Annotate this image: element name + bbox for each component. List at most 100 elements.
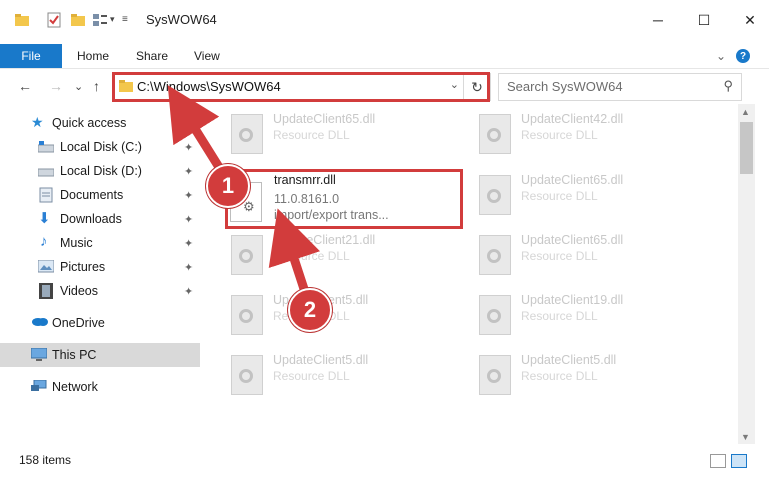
drive-icon bbox=[37, 165, 55, 179]
help-icon[interactable]: ? bbox=[736, 44, 750, 68]
file-item[interactable]: UpdateClient5.dll Resource DLL bbox=[225, 287, 465, 343]
dll-file-icon bbox=[479, 175, 511, 215]
sidebar-item-label: Network bbox=[52, 380, 98, 394]
file-name: UpdateClient65.dll bbox=[273, 112, 376, 126]
customize-toolbar-icon[interactable]: ≡ bbox=[122, 14, 138, 30]
step-2-badge: 2 bbox=[288, 288, 332, 332]
sidebar-item-label: Quick access bbox=[52, 116, 127, 130]
scroll-down-icon[interactable]: ▼ bbox=[741, 432, 750, 442]
recent-locations-button[interactable]: ⌄ bbox=[74, 80, 83, 93]
file-name: UpdateClient21.dll bbox=[273, 233, 376, 247]
file-type: Resource DLL bbox=[273, 249, 350, 263]
file-item[interactable]: UpdateClient65.dll Resource DLL bbox=[473, 227, 713, 283]
dll-file-icon bbox=[231, 355, 263, 395]
sidebar-item-local-disk-c[interactable]: Local Disk (C:) ✦ bbox=[0, 135, 200, 159]
close-button[interactable]: ✕ bbox=[728, 0, 769, 40]
network-icon bbox=[31, 379, 47, 394]
documents-icon bbox=[38, 187, 54, 203]
videos-icon bbox=[39, 283, 55, 299]
pin-icon[interactable]: ✦ bbox=[184, 165, 193, 178]
pin-icon[interactable]: ✦ bbox=[184, 237, 193, 250]
sidebar-item-label: Music bbox=[60, 236, 93, 250]
file-item[interactable]: UpdateClient5.dll Resource DLL bbox=[473, 347, 713, 403]
tab-home[interactable]: Home bbox=[77, 44, 109, 68]
dll-file-icon bbox=[479, 235, 511, 275]
pin-icon[interactable]: ✦ bbox=[184, 213, 193, 226]
tiles-view-icon[interactable] bbox=[731, 454, 747, 468]
maximize-button[interactable]: ☐ bbox=[682, 0, 726, 40]
file-highlight-box bbox=[225, 169, 463, 229]
search-icon: ⚲ bbox=[723, 78, 733, 93]
file-type: Resource DLL bbox=[273, 128, 350, 142]
scroll-thumb[interactable] bbox=[740, 122, 753, 174]
sidebar-item-label: Documents bbox=[60, 188, 124, 202]
sidebar-item-videos[interactable]: Videos ✦ bbox=[0, 279, 200, 303]
sidebar-item-quick-access[interactable]: ★ Quick access bbox=[0, 111, 200, 135]
sidebar-item-label: OneDrive bbox=[52, 316, 105, 330]
dll-file-icon bbox=[231, 114, 263, 154]
tab-file[interactable]: File bbox=[0, 44, 62, 68]
file-type: Resource DLL bbox=[521, 369, 598, 383]
file-item[interactable]: UpdateClient42.dll Resource DLL bbox=[473, 106, 713, 162]
sidebar-item-onedrive[interactable]: OneDrive bbox=[0, 311, 200, 335]
pictures-icon bbox=[37, 259, 55, 274]
address-highlight-box bbox=[112, 72, 490, 102]
file-type: Resource DLL bbox=[521, 309, 598, 323]
file-item[interactable]: UpdateClient65.dll Resource DLL bbox=[225, 106, 465, 162]
sidebar-item-network[interactable]: Network bbox=[0, 375, 200, 399]
star-icon: ★ bbox=[31, 114, 44, 130]
pin-icon[interactable]: ✦ bbox=[184, 285, 193, 298]
back-button[interactable]: ← bbox=[18, 78, 32, 94]
dll-file-icon bbox=[479, 355, 511, 395]
computer-icon bbox=[30, 347, 48, 362]
help-glyph: ? bbox=[736, 49, 750, 63]
sidebar-item-label: Videos bbox=[60, 284, 98, 298]
dll-file-icon bbox=[479, 295, 511, 335]
pin-icon[interactable]: ✦ bbox=[184, 261, 193, 274]
sidebar-item-music[interactable]: ♪ Music ✦ bbox=[0, 231, 200, 255]
navigation-pane: ★ Quick access Local Disk (C:) ✦ Local D… bbox=[0, 108, 205, 444]
pin-icon[interactable]: ✦ bbox=[184, 141, 193, 154]
file-name: UpdateClient5.dll bbox=[521, 353, 617, 367]
scroll-up-icon[interactable]: ▲ bbox=[741, 107, 750, 117]
new-folder-icon[interactable] bbox=[70, 12, 86, 28]
file-type: Resource DLL bbox=[521, 249, 598, 263]
vertical-scrollbar[interactable]: ▲ ▼ bbox=[738, 104, 755, 444]
sidebar-item-documents[interactable]: Documents ✦ bbox=[0, 183, 200, 207]
sidebar-item-downloads[interactable]: ⬇ Downloads ✦ bbox=[0, 207, 200, 231]
forward-button[interactable]: → bbox=[49, 78, 63, 94]
file-item[interactable]: UpdateClient19.dll Resource DLL bbox=[473, 287, 713, 343]
file-name: UpdateClient42.dll bbox=[521, 112, 624, 126]
ribbon-collapse-icon[interactable]: ⌄ bbox=[716, 44, 726, 68]
item-count: 158 items bbox=[19, 453, 72, 467]
drive-icon bbox=[37, 141, 55, 155]
properties-icon[interactable] bbox=[46, 12, 62, 28]
file-item[interactable]: UpdateClient21.dll Resource DLL bbox=[225, 227, 465, 283]
pin-icon[interactable]: ✦ bbox=[184, 189, 193, 202]
up-button[interactable]: ↑ bbox=[93, 78, 100, 94]
search-placeholder: Search SysWOW64 bbox=[507, 79, 623, 94]
tab-view[interactable]: View bbox=[194, 44, 220, 68]
sidebar-item-local-disk-d[interactable]: Local Disk (D:) ✦ bbox=[0, 159, 200, 183]
file-type: Resource DLL bbox=[521, 128, 598, 142]
file-name: UpdateClient5.dll bbox=[273, 353, 369, 367]
sidebar-item-label: This PC bbox=[52, 348, 97, 362]
sidebar-item-this-pc[interactable]: This PC bbox=[0, 343, 200, 367]
title-bar: ▾ ≡ SysWOW64 ─ ☐ ✕ bbox=[0, 0, 769, 40]
step-1-badge: 1 bbox=[206, 164, 250, 208]
search-input[interactable]: Search SysWOW64 ⚲ bbox=[498, 73, 742, 101]
file-item[interactable]: UpdateClient5.dll Resource DLL bbox=[225, 347, 465, 403]
dll-file-icon bbox=[231, 295, 263, 335]
cloud-icon bbox=[31, 315, 48, 329]
downloads-icon: ⬇ bbox=[38, 210, 51, 227]
ribbon-tabs: File Home Share View ⌄ ? bbox=[0, 44, 769, 69]
window-title: SysWOW64 bbox=[146, 12, 217, 27]
sidebar-item-pictures[interactable]: Pictures ✦ bbox=[0, 255, 200, 279]
minimize-button[interactable]: ─ bbox=[636, 0, 680, 40]
details-view-icon[interactable] bbox=[710, 454, 726, 468]
tab-share[interactable]: Share bbox=[136, 44, 168, 68]
file-item[interactable]: UpdateClient65.dll Resource DLL bbox=[473, 167, 713, 223]
status-bar: 158 items bbox=[0, 446, 769, 480]
view-options-icon[interactable] bbox=[92, 12, 108, 28]
folder-icon bbox=[14, 12, 30, 28]
